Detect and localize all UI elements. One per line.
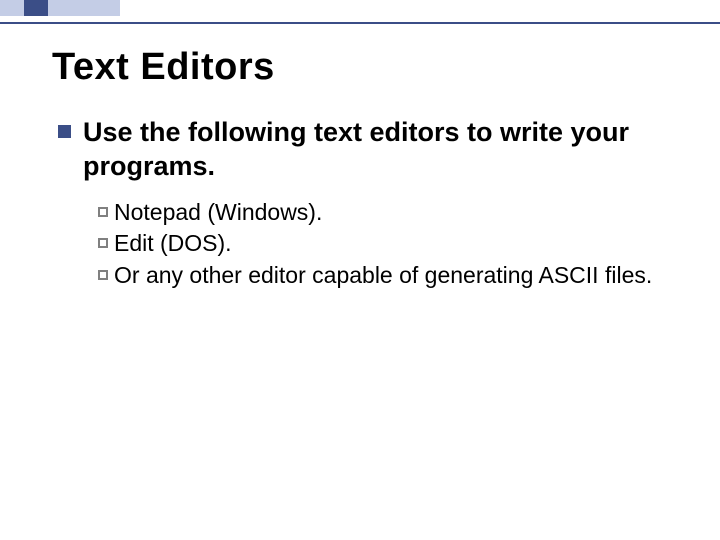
sub-point-text: Or any other editor capable of generatin…	[114, 261, 652, 291]
bullet-level2: Or any other editor capable of generatin…	[98, 261, 658, 291]
slide-title: Text Editors	[52, 46, 275, 89]
top-accent	[0, 0, 720, 16]
hollow-square-icon	[98, 238, 108, 248]
sub-point-text: Notepad (Windows).	[114, 198, 322, 228]
main-point-text: Use the following text editors to write …	[83, 116, 658, 184]
accent-light-block	[0, 0, 120, 16]
sub-point-text: Edit (DOS).	[114, 229, 232, 259]
slide-body: Use the following text editors to write …	[58, 116, 658, 293]
slide: Text Editors Use the following text edit…	[0, 0, 720, 540]
square-bullet-icon	[58, 125, 71, 138]
accent-dark-block	[24, 0, 48, 16]
accent-line	[0, 22, 720, 24]
hollow-square-icon	[98, 207, 108, 217]
bullet-level1: Use the following text editors to write …	[58, 116, 658, 184]
hollow-square-icon	[98, 270, 108, 280]
sub-bullet-list: Notepad (Windows). Edit (DOS). Or any ot…	[98, 198, 658, 292]
bullet-level2: Notepad (Windows).	[98, 198, 658, 228]
bullet-level2: Edit (DOS).	[98, 229, 658, 259]
